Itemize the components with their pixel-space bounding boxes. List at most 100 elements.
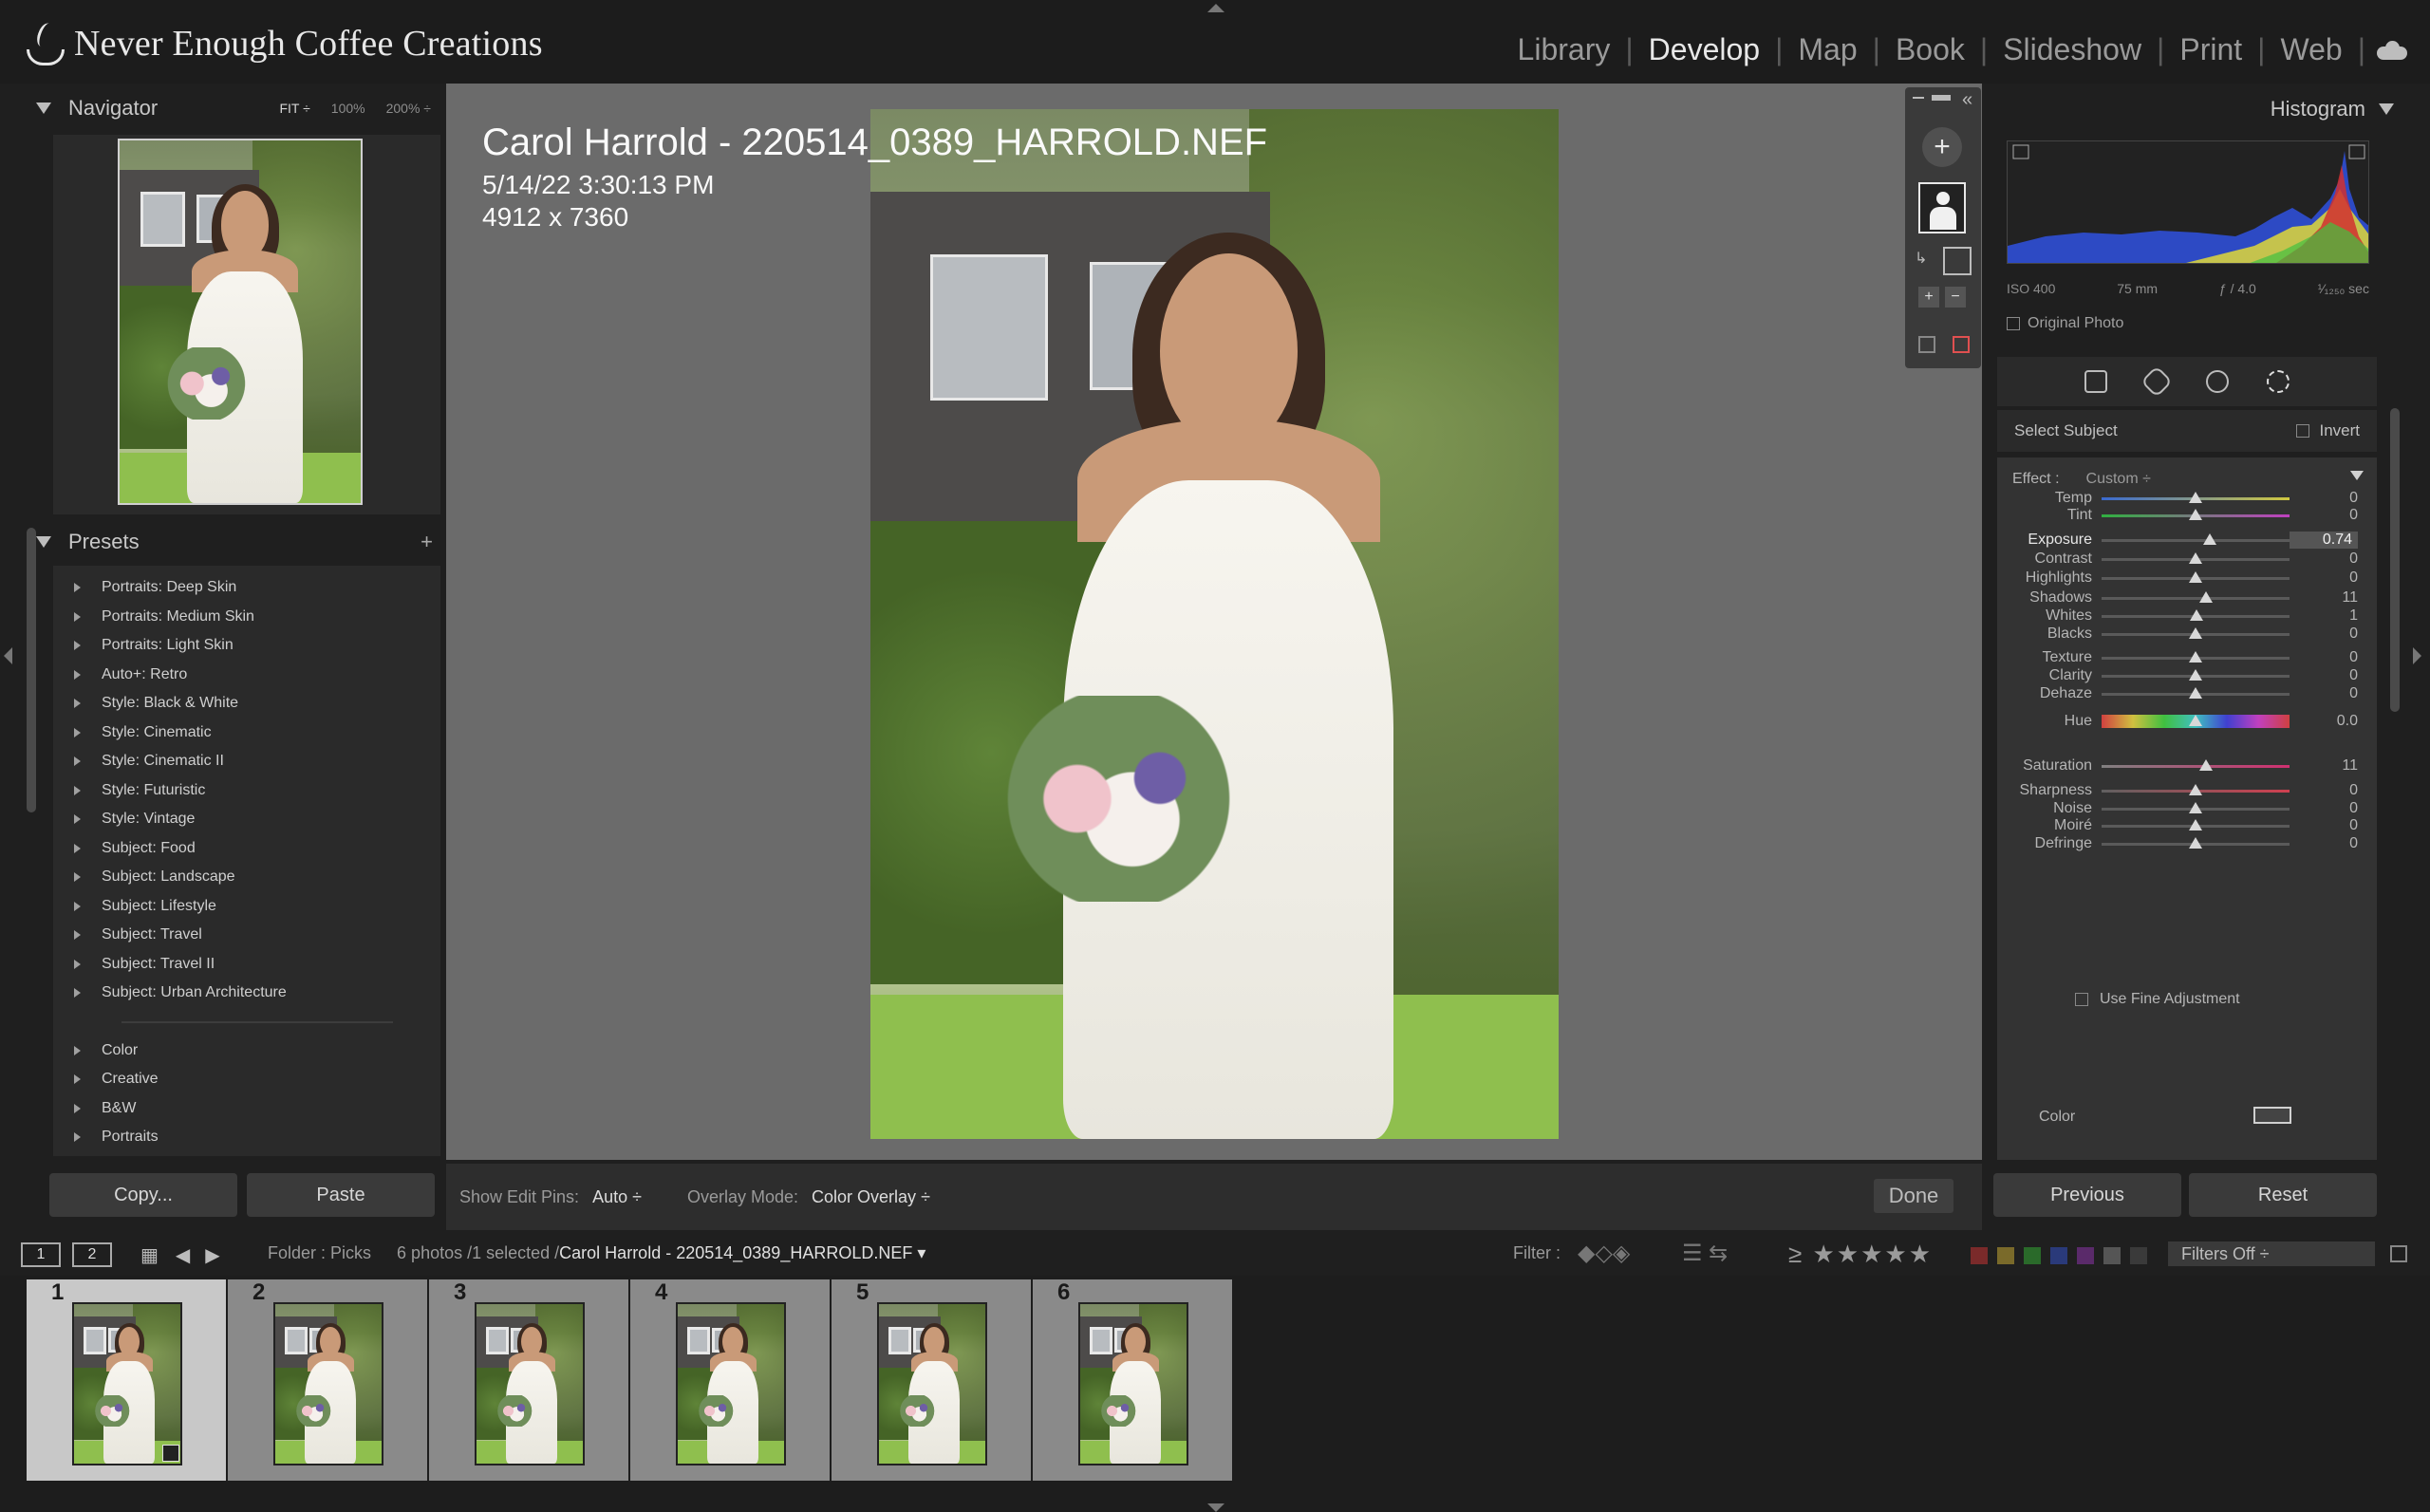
collapse-top-icon[interactable]	[1207, 4, 1224, 12]
slider-value[interactable]: 11	[2342, 757, 2358, 775]
subtract-from-mask-button[interactable]: −	[1945, 287, 1966, 308]
crop-icon[interactable]	[2084, 370, 2107, 393]
fine-adjust-toggle[interactable]: Use Fine Adjustment	[2075, 991, 2240, 1008]
preset-folder[interactable]: Style: Cinematic II	[53, 747, 440, 776]
slider-thumb[interactable]	[2202, 533, 2216, 545]
paste-button[interactable]: Paste	[247, 1173, 435, 1217]
slider-saturation[interactable]: Saturation 11	[1997, 756, 2377, 776]
slider-thumb[interactable]	[2189, 492, 2202, 503]
flag-filter-icon[interactable]: ◆◇◈	[1578, 1240, 1630, 1267]
filmstrip-cell[interactable]: 2	[228, 1279, 427, 1481]
copy-button[interactable]: Copy...	[49, 1173, 237, 1217]
module-slideshow[interactable]: Slideshow	[1988, 32, 2157, 67]
slider-hue[interactable]: Hue 0.0	[1997, 711, 2377, 732]
forward-arrow-icon[interactable]: ▶	[205, 1243, 219, 1267]
preset-folder[interactable]: Subject: Landscape	[53, 863, 440, 892]
filmstrip-cell[interactable]: 5	[832, 1279, 1031, 1481]
slider-track[interactable]	[2102, 597, 2290, 600]
preset-folder[interactable]: Subject: Food	[53, 834, 440, 864]
slider-tint[interactable]: Tint 0	[1997, 505, 2377, 526]
masking-icon[interactable]	[2267, 370, 2290, 393]
slider-defringe[interactable]: Defringe 0	[1997, 833, 2377, 854]
add-to-mask-button[interactable]: +	[1918, 287, 1939, 308]
slider-highlights[interactable]: Highlights 0	[1997, 568, 2377, 588]
color-swatch[interactable]	[2253, 1107, 2291, 1124]
slider-value[interactable]: 0.74	[2290, 532, 2358, 549]
module-book[interactable]: Book	[1880, 32, 1980, 67]
main-photo[interactable]	[870, 109, 1559, 1139]
preset-folder[interactable]: Style: Futuristic	[53, 776, 440, 806]
histogram-graph[interactable]	[2007, 140, 2369, 264]
show-overlay-checkbox[interactable]	[1918, 336, 1935, 353]
slider-value[interactable]: 1	[2349, 607, 2358, 625]
filmstrip-thumbnail[interactable]	[1078, 1302, 1188, 1465]
color-label-purple[interactable]	[2077, 1247, 2094, 1264]
slider-thumb[interactable]	[2189, 687, 2202, 699]
preset-folder[interactable]: Portraits: Deep Skin	[53, 573, 440, 603]
slider-thumb[interactable]	[2189, 837, 2202, 849]
slider-value[interactable]: 0	[2349, 817, 2358, 834]
edit-pins-select[interactable]: Auto ÷	[592, 1187, 642, 1207]
presets-header[interactable]: Presets +	[23, 518, 440, 566]
slider-thumb[interactable]	[2189, 571, 2202, 583]
source-breadcrumb[interactable]: Folder : Picks 6 photos /1 selected /Car…	[268, 1243, 925, 1263]
navigator-header[interactable]: Navigator FIT ÷ 100% 200% ÷	[23, 84, 440, 133]
filmstrip-thumbnail[interactable]	[676, 1302, 786, 1465]
edit-filter-icon[interactable]: ☰ ⇆	[1682, 1240, 1728, 1267]
healing-icon[interactable]	[2140, 365, 2173, 398]
fine-adjust-checkbox[interactable]	[2075, 993, 2088, 1006]
overlay-color-icon[interactable]	[1953, 336, 1970, 353]
slider-track[interactable]	[2102, 539, 2290, 542]
grid-icon[interactable]: ▦	[140, 1243, 159, 1267]
minimize-icon[interactable]	[1913, 97, 1924, 99]
filter-preset-select[interactable]: Filters Off ÷	[2168, 1241, 2375, 1266]
collapse-panel-icon[interactable]: «	[1962, 89, 1972, 111]
slider-thumb[interactable]	[2198, 759, 2213, 771]
panel-bar-icon[interactable]	[1932, 95, 1951, 101]
filmstrip-cell[interactable]: 1	[27, 1279, 226, 1481]
add-mask-button[interactable]: +	[1922, 127, 1962, 167]
slider-value[interactable]: 11	[2342, 589, 2358, 607]
navigator-thumbnail[interactable]	[118, 139, 363, 505]
slider-thumb[interactable]	[2198, 591, 2213, 603]
subject-mask-thumbnail[interactable]	[1918, 182, 1966, 233]
color-label-custom[interactable]	[2103, 1247, 2121, 1264]
color-label-red[interactable]	[1971, 1247, 1988, 1264]
zoom-fit[interactable]: FIT ÷	[279, 101, 309, 116]
previous-button[interactable]: Previous	[1993, 1173, 2181, 1217]
preset-folder[interactable]: Auto+: Retro	[53, 661, 440, 690]
selected-file[interactable]: Carol Harrold - 220514_0389_HARROLD.NEF …	[559, 1243, 925, 1262]
collapse-bottom-icon[interactable]	[1207, 1503, 1224, 1512]
preset-group[interactable]: Creative	[53, 1065, 440, 1094]
slider-value[interactable]: 0	[2349, 649, 2358, 666]
slider-contrast[interactable]: Contrast 0	[1997, 549, 2377, 569]
overlay-mode-select[interactable]: Color Overlay ÷	[812, 1187, 930, 1207]
slider-value[interactable]: 0	[2349, 507, 2358, 524]
preset-folder[interactable]: Portraits: Medium Skin	[53, 603, 440, 632]
slider-value[interactable]: 0	[2349, 625, 2358, 643]
slider-dehaze[interactable]: Dehaze 0	[1997, 683, 2377, 704]
filter-lock-icon[interactable]	[2390, 1245, 2407, 1262]
done-button[interactable]: Done	[1874, 1179, 1953, 1213]
preset-folder[interactable]: Style: Cinematic	[53, 719, 440, 748]
slider-value[interactable]: 0	[2349, 685, 2358, 702]
collapse-left-icon[interactable]	[4, 647, 12, 664]
filmstrip-thumbnail[interactable]	[877, 1302, 987, 1465]
invert-toggle[interactable]: Invert	[2296, 421, 2360, 440]
slider-thumb[interactable]	[2189, 819, 2202, 831]
preset-folder[interactable]: Subject: Travel II	[53, 950, 440, 980]
color-label-green[interactable]	[2024, 1247, 2041, 1264]
filmstrip-cell[interactable]: 6	[1033, 1279, 1232, 1481]
mask-component-icon[interactable]	[1943, 247, 1972, 275]
slider-thumb[interactable]	[2189, 627, 2202, 639]
original-photo-toggle[interactable]: Original Photo	[2007, 315, 2123, 332]
module-develop[interactable]: Develop	[1634, 32, 1775, 67]
module-web[interactable]: Web	[2265, 32, 2357, 67]
zoom-200[interactable]: 200% ÷	[386, 101, 431, 116]
slider-exposure[interactable]: Exposure 0.74	[1997, 530, 2377, 551]
slider-track[interactable]	[2102, 765, 2290, 768]
reset-button[interactable]: Reset	[2189, 1173, 2377, 1217]
right-panel-scrollbar[interactable]	[2390, 408, 2400, 712]
slider-thumb[interactable]	[2189, 669, 2202, 681]
invert-checkbox[interactable]	[2296, 424, 2310, 438]
